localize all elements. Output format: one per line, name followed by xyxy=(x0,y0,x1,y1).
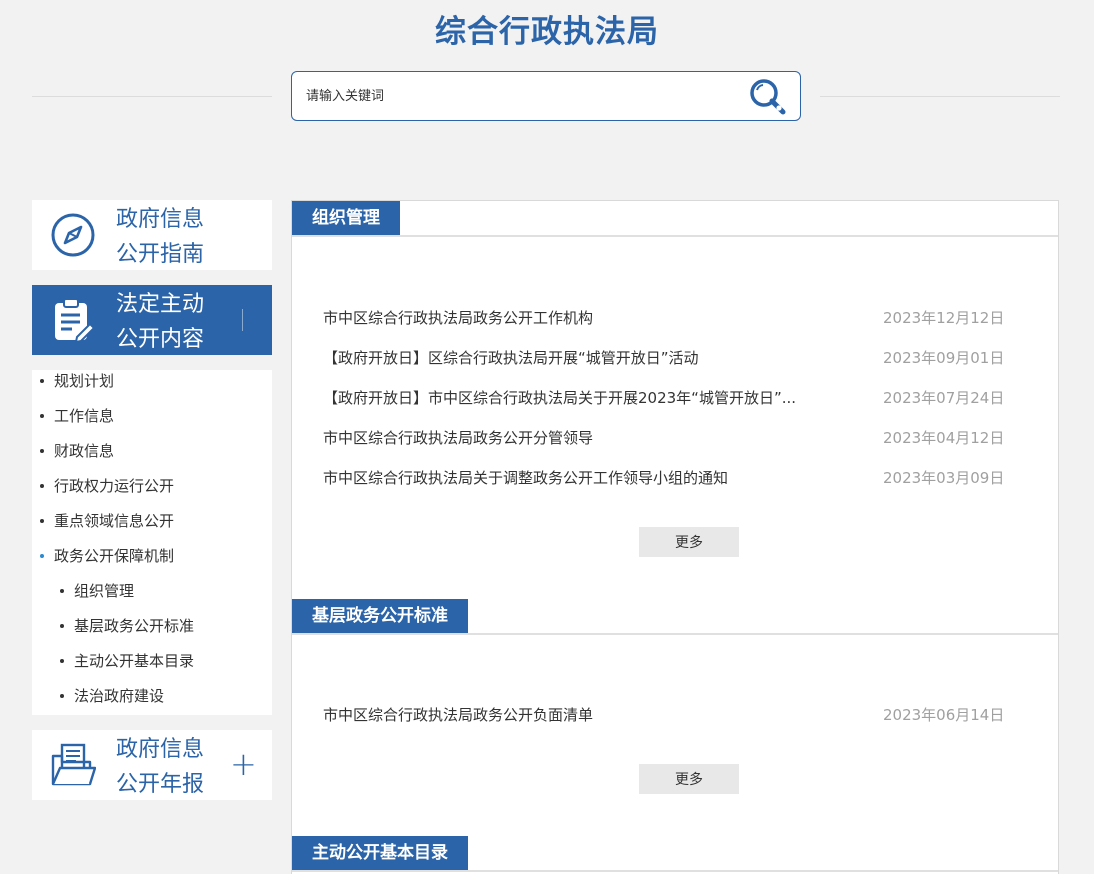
section-header-standards: 基层政务公开标准 xyxy=(292,599,1058,635)
list-item-title[interactable]: 市中区综合行政执法局政务公开负面清单 xyxy=(323,705,843,725)
list-item-title[interactable]: 市中区综合行政执法局政务公开分管领导 xyxy=(323,428,843,448)
more-button-standards[interactable]: 更多 xyxy=(639,764,739,794)
sidebar-submenu: 规划计划 工作信息 财政信息 行政权力运行公开 重点领域信息公开 政务公开保障机… xyxy=(32,370,272,715)
list-item-date: 2023年06月14日 xyxy=(883,706,1005,724)
sidebar-item-key-areas[interactable]: 重点领域信息公开 xyxy=(39,510,174,531)
list-item-date: 2023年04月12日 xyxy=(883,429,1005,447)
sidebar-statutory-label: 法定主动 公开内容 xyxy=(116,287,226,357)
sidebar-guide-line2: 公开指南 xyxy=(116,242,205,267)
compass-icon xyxy=(51,213,95,257)
list-item-date: 2023年03月09日 xyxy=(883,469,1005,487)
more-button-organization[interactable]: 更多 xyxy=(639,527,739,557)
section-header-organization: 组织管理 xyxy=(292,201,1058,237)
list-item-title[interactable]: 【政府开放日】市中区综合行政执法局关于开展2023年“城管开放日”... xyxy=(323,388,843,408)
sidebar-annual-line1: 政府信息 xyxy=(116,737,205,762)
list-item-title[interactable]: 市中区综合行政执法局关于调整政务公开工作领导小组的通知 xyxy=(323,468,843,488)
search-divider-left xyxy=(32,96,272,97)
section-header-catalog: 主动公开基本目录 xyxy=(292,836,1058,872)
sidebar-annual-card[interactable]: 政府信息 公开年报 + xyxy=(32,730,272,800)
list-item-title[interactable]: 【政府开放日】区综合行政执法局开展“城管开放日”活动 xyxy=(323,348,843,368)
search-box xyxy=(291,71,801,121)
sidebar-subitem-rule-of-law[interactable]: 法治政府建设 xyxy=(59,685,164,706)
list-item-title[interactable]: 市中区综合行政执法局政务公开工作机构 xyxy=(323,308,843,328)
sidebar-item-work-info[interactable]: 工作信息 xyxy=(39,405,114,426)
sidebar-item-admin-power[interactable]: 行政权力运行公开 xyxy=(39,475,174,496)
sidebar-item-planning[interactable]: 规划计划 xyxy=(39,370,114,391)
sidebar-guide-card[interactable]: 政府信息 公开指南 xyxy=(32,200,272,270)
main-content: 组织管理 市中区综合行政执法局政务公开工作机构 2023年12月12日 【政府开… xyxy=(291,200,1059,874)
sidebar-item-finance[interactable]: 财政信息 xyxy=(39,440,114,461)
sidebar-statutory-card[interactable]: 法定主动 公开内容 xyxy=(32,285,272,355)
search-divider-right xyxy=(820,96,1060,97)
search-icon xyxy=(750,79,786,115)
sidebar-subitem-standards[interactable]: 基层政务公开标准 xyxy=(59,615,194,636)
open-folder-icon xyxy=(51,743,96,786)
sidebar-subitem-organization[interactable]: 组织管理 xyxy=(59,580,134,601)
clipboard-edit-icon xyxy=(55,298,96,343)
sidebar-guide-line1: 政府信息 xyxy=(116,207,205,232)
sidebar-subitem-catalog[interactable]: 主动公开基本目录 xyxy=(59,650,194,671)
sidebar-statutory-line1: 法定主动 xyxy=(116,292,205,317)
list-item-date: 2023年12月12日 xyxy=(883,309,1005,327)
list-item-date: 2023年09月01日 xyxy=(883,349,1005,367)
sidebar-item-guarantee[interactable]: 政务公开保障机制 xyxy=(39,545,174,566)
sidebar-guide-label: 政府信息 公开指南 xyxy=(116,202,226,272)
section-tab-organization[interactable]: 组织管理 xyxy=(292,201,400,235)
search-button[interactable] xyxy=(748,77,788,117)
site-title: 综合行政执法局 xyxy=(435,14,659,50)
search-input[interactable] xyxy=(306,84,726,108)
section-tab-catalog[interactable]: 主动公开基本目录 xyxy=(292,836,468,870)
section-tab-standards[interactable]: 基层政务公开标准 xyxy=(292,599,468,633)
sidebar-annual-line2: 公开年报 xyxy=(116,772,205,797)
list-item-date: 2023年07月24日 xyxy=(883,389,1005,407)
sidebar-statutory-divider xyxy=(242,309,243,331)
sidebar-statutory-line2: 公开内容 xyxy=(116,327,205,352)
sidebar-annual-label: 政府信息 公开年报 xyxy=(116,732,226,802)
expand-plus-icon[interactable]: + xyxy=(230,746,257,782)
